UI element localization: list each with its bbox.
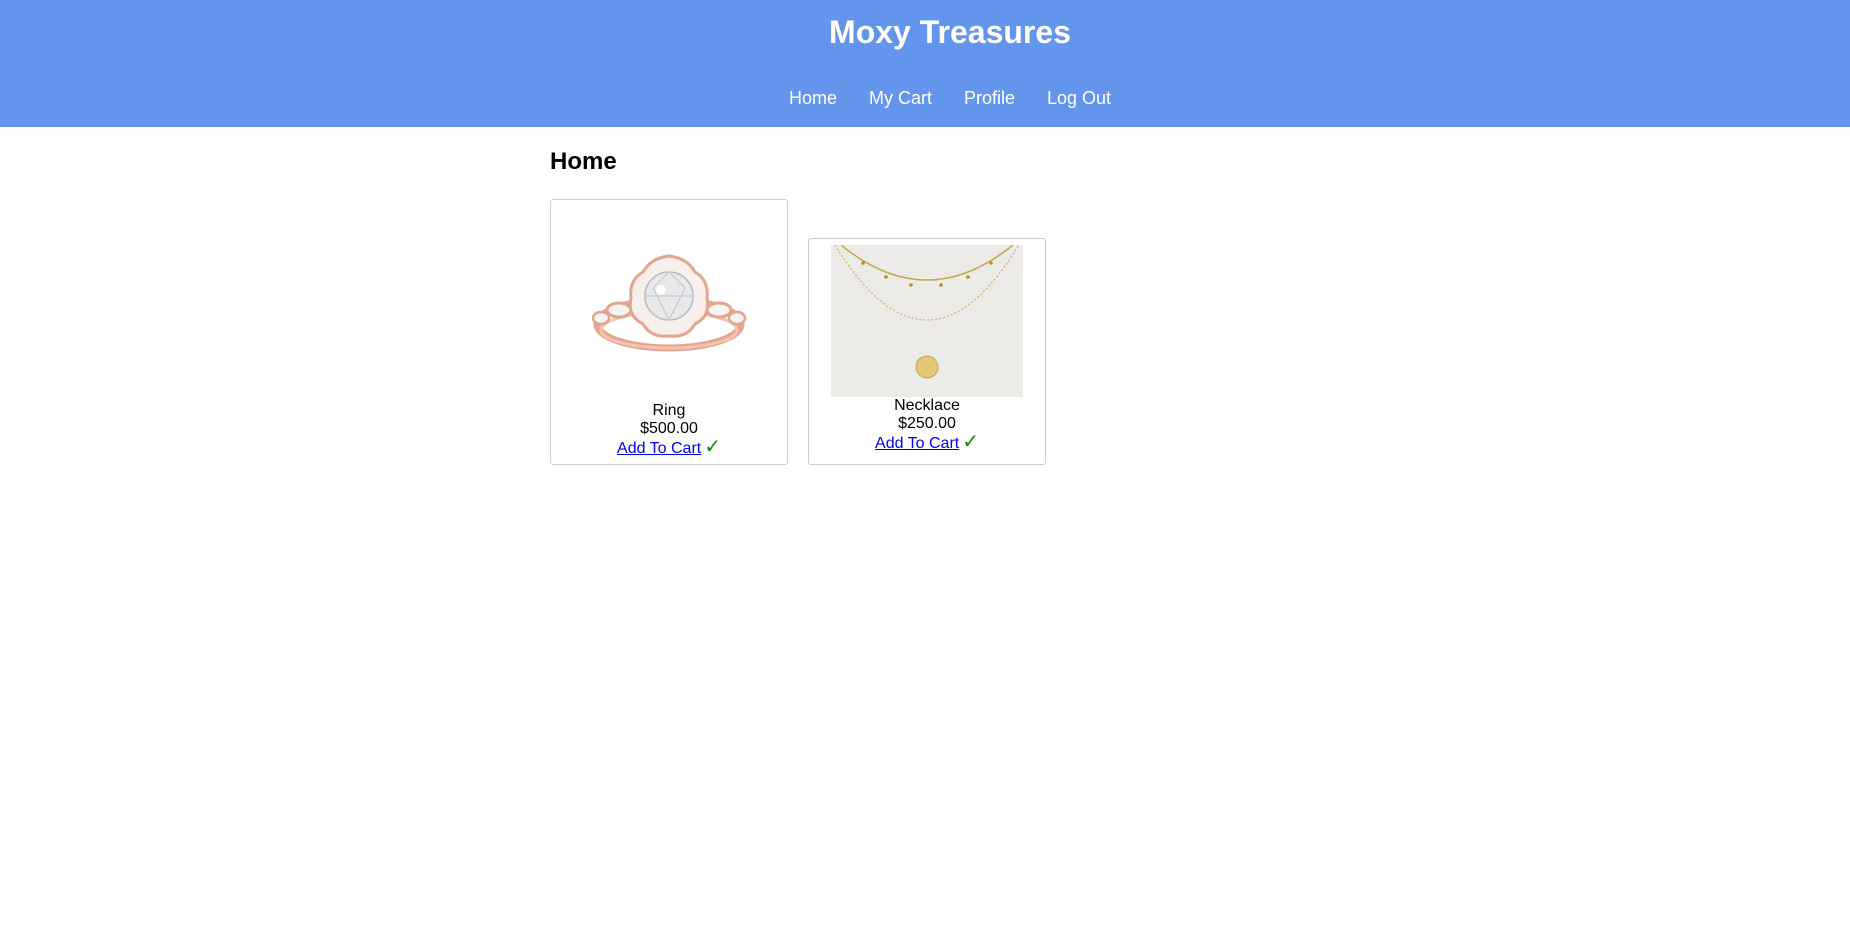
nav-home-link[interactable]: Home (773, 86, 853, 110)
checkmark-icon: ✓ (962, 431, 979, 453)
main-content: Home Ring $500.00 Add To Cart ✓ Necklace… (550, 127, 1350, 465)
product-price: $250.00 (898, 415, 956, 432)
product-price: $500.00 (640, 420, 698, 437)
page-title: Home (550, 148, 617, 175)
product-name: Necklace (894, 397, 960, 414)
nav-log-out-link[interactable]: Log Out (1031, 86, 1127, 110)
checkmark-icon: ✓ (704, 436, 721, 458)
site-header: Moxy Treasures Home My Cart Profile Log … (0, 0, 1850, 127)
add-to-cart-link[interactable]: Add To Cart (875, 435, 959, 452)
site-title: Moxy Treasures (829, 14, 1071, 50)
add-to-cart-link[interactable]: Add To Cart (617, 440, 701, 457)
ring-image[interactable] (569, 206, 769, 402)
main-nav: Home My Cart Profile Log Out (0, 86, 1850, 110)
product-card-necklace: Necklace $250.00 Add To Cart ✓ (808, 238, 1046, 465)
add-to-cart-row: Add To Cart ✓ (809, 431, 1045, 453)
nav-my-cart-link[interactable]: My Cart (853, 86, 948, 110)
product-name: Ring (652, 402, 686, 419)
add-to-cart-row: Add To Cart ✓ (551, 436, 787, 458)
necklace-image[interactable] (831, 245, 1023, 397)
product-card-ring: Ring $500.00 Add To Cart ✓ (550, 199, 788, 465)
nav-profile-link[interactable]: Profile (948, 86, 1031, 110)
product-list: Ring $500.00 Add To Cart ✓ Necklace $250.… (550, 199, 1046, 465)
